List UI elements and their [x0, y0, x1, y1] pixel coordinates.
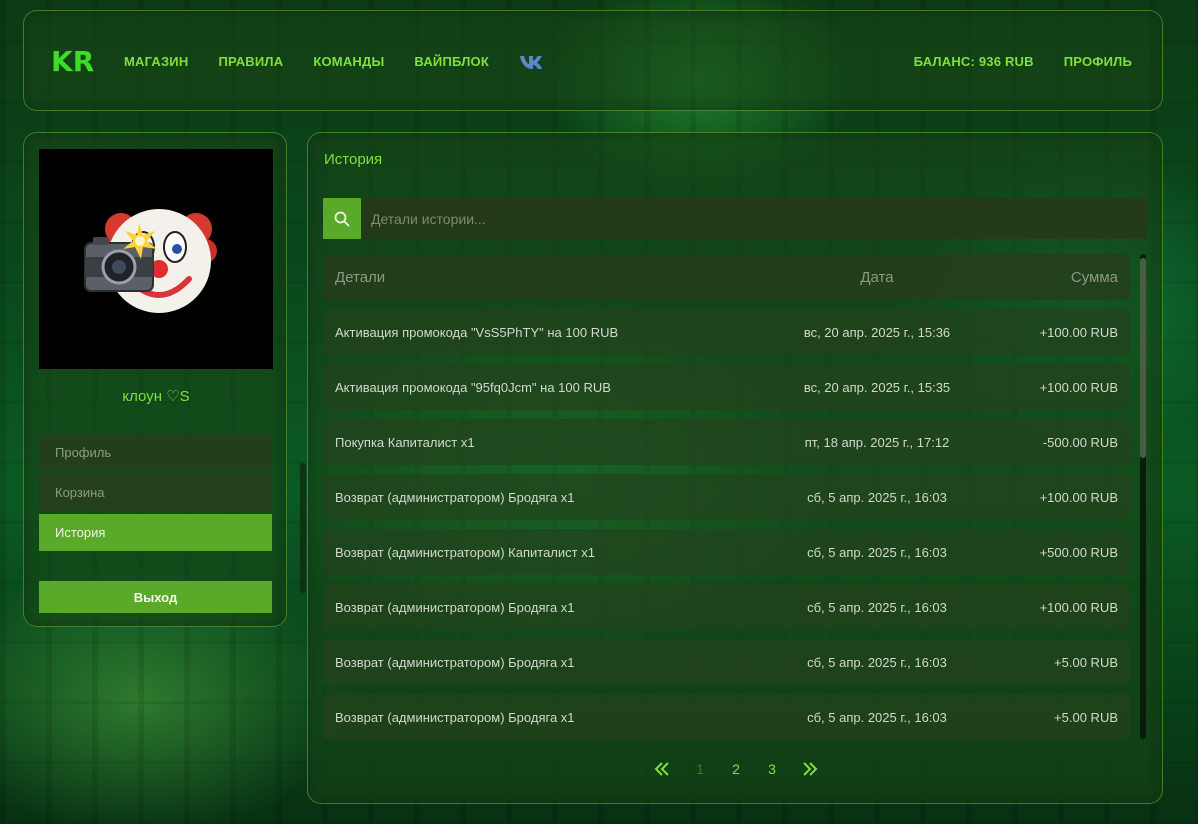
- cell-date: пт, 18 апр. 2025 г., 17:12: [804, 434, 950, 450]
- pagination: 1 2 3: [308, 761, 1164, 777]
- page-1[interactable]: 1: [693, 761, 707, 777]
- site-logo[interactable]: KR: [51, 45, 99, 78]
- main-nav: МАГАЗИН ПРАВИЛА КОМАНДЫ ВАЙПБЛОК: [124, 11, 547, 112]
- cell-date: вс, 20 апр. 2025 г., 15:35: [803, 379, 951, 395]
- logout-button[interactable]: Выход: [39, 581, 272, 613]
- cell-details: Активация промокода "VsS5PhTY" на 100 RU…: [335, 324, 619, 340]
- clown-camera-icon: [84, 209, 217, 313]
- cell-date: сб, 5 апр. 2025 г., 16:03: [807, 654, 947, 670]
- table-row[interactable]: Активация промокода "95fq0Jcm" на 100 RU…: [323, 364, 1130, 410]
- table-scrollbar[interactable]: [1140, 254, 1146, 739]
- cell-amount: +100.00 RUB: [1039, 599, 1118, 615]
- avatar: [39, 149, 273, 369]
- top-header: KR МАГАЗИН ПРАВИЛА КОМАНДЫ ВАЙПБЛОК БАЛА…: [23, 10, 1163, 111]
- cell-amount: +100.00 RUB: [1039, 489, 1118, 505]
- page-3[interactable]: 3: [765, 761, 779, 777]
- table-row[interactable]: Возврат (администратором) Бродяга x1 сб,…: [323, 694, 1130, 740]
- cell-amount: +100.00 RUB: [1039, 379, 1118, 395]
- svg-text:KR: KR: [51, 45, 94, 77]
- column-header-date: Дата: [860, 268, 894, 286]
- cell-amount: -500.00 RUB: [1042, 434, 1118, 450]
- table-row[interactable]: Возврат (администратором) Бродяга x1 сб,…: [323, 639, 1130, 685]
- cell-details: Возврат (администратором) Бродяга x1: [335, 709, 575, 725]
- history-table: Детали Дата Сумма Активация промокода "V…: [323, 254, 1130, 749]
- cell-date: сб, 5 апр. 2025 г., 16:03: [807, 544, 947, 560]
- nav-wipeblock[interactable]: ВАЙПБЛОК: [414, 54, 489, 69]
- header-right: БАЛАНС: 936 RUB ПРОФИЛЬ: [914, 11, 1132, 112]
- cell-amount: +500.00 RUB: [1039, 544, 1118, 560]
- cell-details: Возврат (администратором) Бродяга x1: [335, 654, 575, 670]
- nav-commands[interactable]: КОМАНДЫ: [313, 54, 384, 69]
- column-header-details: Детали: [335, 268, 386, 286]
- search-button[interactable]: [323, 198, 361, 239]
- page-title: История: [324, 151, 383, 168]
- cell-amount: +5.00 RUB: [1054, 654, 1118, 670]
- double-chevron-right-icon[interactable]: [801, 761, 819, 777]
- cell-amount: +100.00 RUB: [1039, 324, 1118, 340]
- cell-date: сб, 5 апр. 2025 г., 16:03: [807, 709, 947, 725]
- cell-date: сб, 5 апр. 2025 г., 16:03: [807, 599, 947, 615]
- sidebar-item-history[interactable]: История: [39, 514, 272, 551]
- search-icon: [334, 211, 350, 226]
- cell-details: Активация промокода "95fq0Jcm" на 100 RU…: [335, 379, 611, 395]
- double-chevron-left-icon[interactable]: [653, 761, 671, 777]
- username: клоун ♡S: [122, 388, 190, 405]
- sidebar-item-cart[interactable]: Корзина: [39, 474, 272, 511]
- table-row[interactable]: Возврат (администратором) Бродяга x1 сб,…: [323, 584, 1130, 630]
- profile-sidebar: клоун ♡S Профиль Корзина История Выход: [23, 132, 287, 627]
- sidebar-item-profile[interactable]: Профиль: [39, 434, 272, 471]
- vk-icon[interactable]: [519, 53, 547, 71]
- cell-details: Возврат (администратором) Бродяга x1: [335, 599, 575, 615]
- table-row[interactable]: Активация промокода "VsS5PhTY" на 100 RU…: [323, 309, 1130, 355]
- table-row[interactable]: Покупка Капиталист x1 пт, 18 апр. 2025 г…: [323, 419, 1130, 465]
- table-row[interactable]: Возврат (администратором) Бродяга x1 сб,…: [323, 474, 1130, 520]
- profile-link[interactable]: ПРОФИЛЬ: [1064, 54, 1132, 69]
- history-panel: История Детали Дата Сумма Активация пром…: [307, 132, 1163, 804]
- cell-amount: +5.00 RUB: [1054, 709, 1118, 725]
- balance-link[interactable]: БАЛАНС: 936 RUB: [914, 54, 1034, 69]
- column-header-amount: Сумма: [1070, 268, 1118, 286]
- table-scrollbar-thumb[interactable]: [1140, 258, 1146, 458]
- cell-details: Возврат (администратором) Капиталист x1: [335, 544, 595, 560]
- sidebar-menu: Профиль Корзина История: [39, 434, 272, 554]
- search-bar: [323, 198, 1148, 239]
- page-2[interactable]: 2: [729, 761, 743, 777]
- table-row[interactable]: Возврат (администратором) Капиталист x1 …: [323, 529, 1130, 575]
- sidebar-scroll-indicator: [300, 463, 306, 593]
- cell-details: Покупка Капиталист x1: [335, 434, 475, 450]
- table-header: Детали Дата Сумма: [323, 254, 1130, 300]
- search-input[interactable]: [361, 198, 1148, 239]
- nav-rules[interactable]: ПРАВИЛА: [218, 54, 283, 69]
- cell-date: сб, 5 апр. 2025 г., 16:03: [807, 489, 947, 505]
- cell-date: вс, 20 апр. 2025 г., 15:36: [803, 324, 951, 340]
- cell-details: Возврат (администратором) Бродяга x1: [335, 489, 575, 505]
- nav-shop[interactable]: МАГАЗИН: [124, 54, 188, 69]
